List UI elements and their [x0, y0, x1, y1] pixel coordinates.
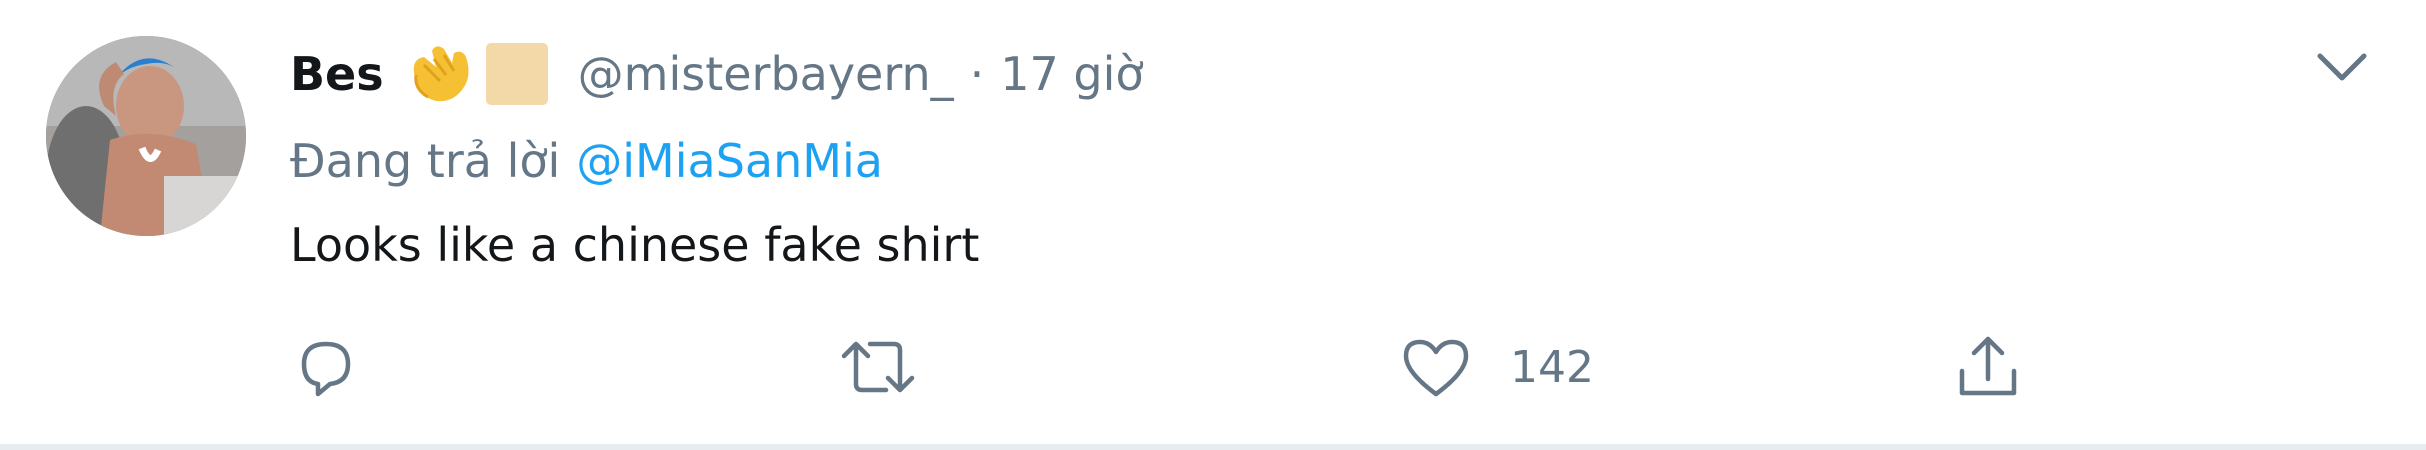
- tweet-divider: [0, 444, 2426, 450]
- user-handle[interactable]: @misterbayern_: [578, 47, 954, 101]
- display-name[interactable]: Bes: [290, 47, 384, 101]
- like-button[interactable]: 142: [1398, 326, 1594, 408]
- clapping-hands-icon: [413, 46, 469, 102]
- retweet-button[interactable]: [836, 326, 920, 408]
- chevron-down-icon[interactable]: [2310, 40, 2374, 94]
- reply-button[interactable]: [290, 326, 360, 408]
- timestamp[interactable]: 17 giờ: [1000, 47, 1143, 101]
- tweet-text: Looks like a chinese fake shirt: [290, 218, 980, 272]
- tweet-header: Bes @misterbayern_ · 17 giờ: [290, 34, 1144, 114]
- replying-to-label: Đang trả lời: [290, 134, 561, 188]
- share-upload-icon: [1959, 336, 2017, 396]
- tweet[interactable]: Bes @misterbayern_ · 17 giờ Đang trả lời…: [0, 0, 2426, 450]
- retweet-arrows-icon: [841, 341, 915, 393]
- avatar[interactable]: [46, 36, 246, 236]
- replying-to: Đang trả lời @iMiaSanMia: [290, 126, 883, 196]
- avatar-image: [46, 36, 246, 236]
- skin-tone-modifier-icon: [485, 43, 548, 105]
- speech-bubble-icon: [301, 341, 351, 397]
- heart-icon: [1403, 339, 1469, 397]
- separator-dot: ·: [969, 47, 985, 101]
- reply-mention-link[interactable]: @iMiaSanMia: [576, 134, 883, 188]
- share-button[interactable]: [1950, 326, 2026, 408]
- like-count: 142: [1510, 341, 1594, 393]
